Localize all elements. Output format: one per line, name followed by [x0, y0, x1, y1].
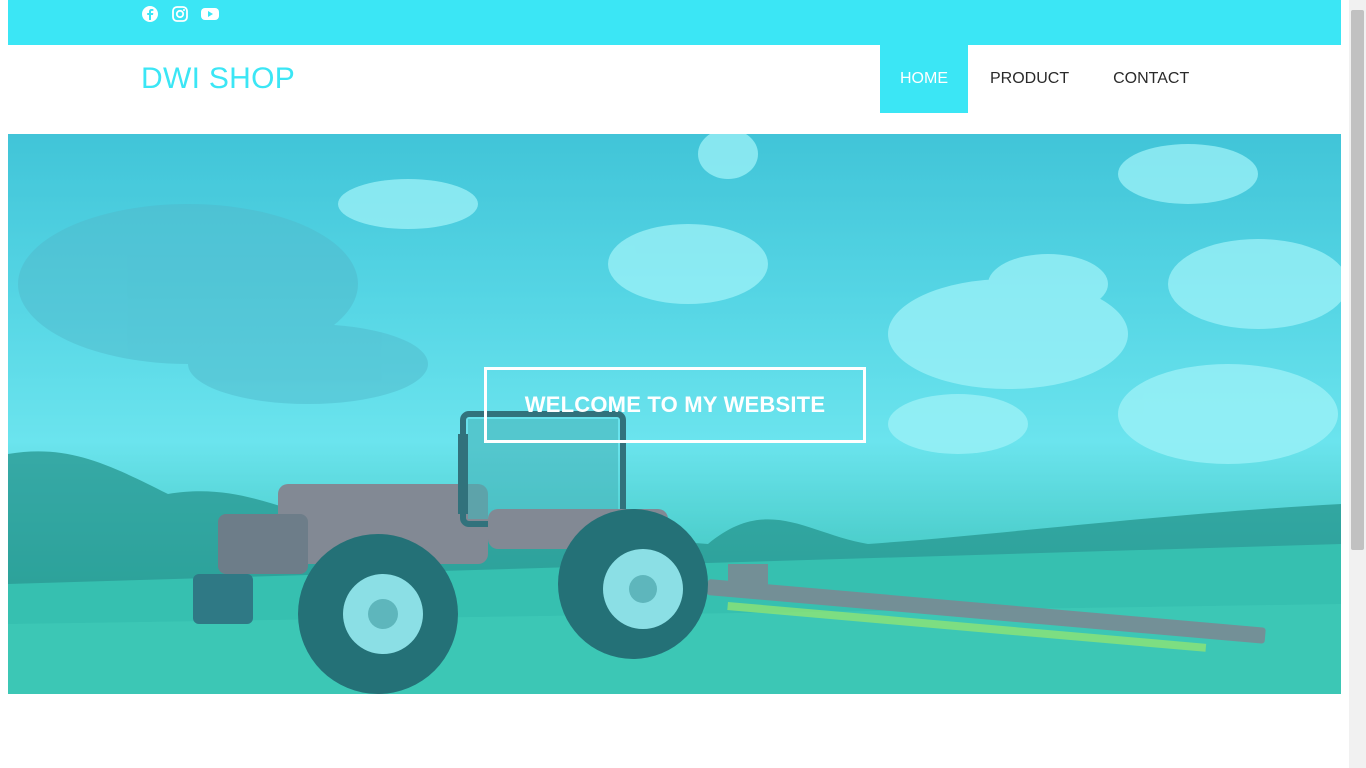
welcome-heading: WELCOME TO MY WEBSITE	[484, 367, 866, 443]
main-navbar: DWI SHOP HOME PRODUCT CONTACT	[8, 45, 1341, 134]
scrollbar-thumb[interactable]	[1351, 10, 1364, 550]
main-menu: HOME PRODUCT CONTACT	[880, 45, 1211, 113]
page: DWI SHOP HOME PRODUCT CONTACT WELCOME TO…	[8, 0, 1341, 768]
top-bar	[8, 0, 1341, 45]
brand-logo[interactable]: DWI SHOP	[141, 62, 295, 96]
hero-banner: WELCOME TO MY WEBSITE	[8, 134, 1341, 694]
nav-item-contact[interactable]: CONTACT	[1091, 45, 1211, 113]
nav-item-home[interactable]: HOME	[880, 45, 968, 113]
social-links	[140, 5, 220, 23]
nav-item-product[interactable]: PRODUCT	[968, 45, 1091, 113]
facebook-icon[interactable]	[140, 5, 160, 23]
youtube-icon[interactable]	[200, 5, 220, 23]
instagram-icon[interactable]	[170, 5, 190, 23]
